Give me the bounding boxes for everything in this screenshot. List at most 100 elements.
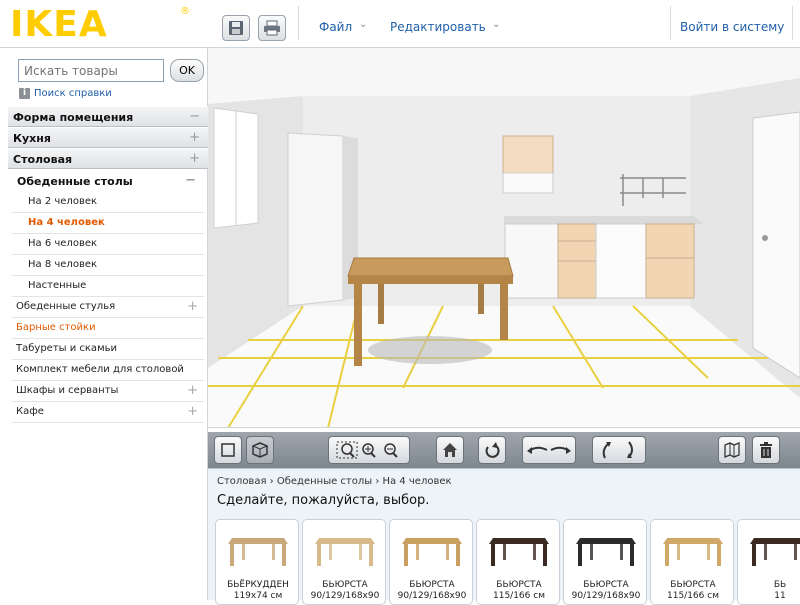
item-label: На 8 человек [28, 259, 98, 270]
tilt-down-icon[interactable] [619, 440, 641, 460]
square-icon [221, 443, 235, 457]
delete-button[interactable] [752, 436, 780, 464]
fridge [287, 132, 344, 307]
undo-button[interactable] [478, 436, 506, 464]
category-kitchen[interactable]: Кухня + [8, 127, 208, 148]
sidebar-item-8-persons[interactable]: На 8 человек [12, 255, 204, 276]
dishwasher [504, 223, 559, 299]
subcategory-dining-tables[interactable]: Обеденные столы − [8, 171, 208, 192]
table-thumbnail [576, 538, 636, 566]
product-card[interactable]: БЬ 11 [737, 519, 800, 605]
search-ok-button[interactable]: OK [170, 59, 204, 82]
item-label: Табуреты и скамьи [16, 343, 118, 354]
chevron-right-icon: › [375, 476, 383, 487]
logo-text: IKEA [10, 4, 108, 45]
category-dining[interactable]: Столовая + [8, 148, 208, 169]
product-name: БЬЮРСТА [583, 580, 629, 590]
expand-icon: + [187, 383, 198, 398]
ikea-logo: IKEA ® [10, 4, 190, 45]
rotate-right-icon[interactable] [549, 441, 573, 459]
product-card[interactable]: БЬЮРСТА 90/129/168x90 [563, 519, 647, 605]
base-cabinet-2 [645, 223, 695, 299]
cube-icon [252, 442, 268, 458]
expand-icon: + [189, 130, 200, 145]
product-card[interactable]: БЬЮРСТА 115/166 см [476, 519, 560, 605]
product-catalog: Столовая › Обеденные столы › На 4 челове… [208, 468, 800, 605]
table-leg [478, 284, 484, 314]
item-label: Шкафы и серванты [16, 385, 119, 396]
sidebar-item-6-persons[interactable]: На 6 человек [12, 234, 204, 255]
zoom-fit-icon[interactable] [336, 441, 358, 459]
sidebar: OK i Поиск справки Форма помещения − Кух… [8, 48, 208, 600]
table-leg [378, 284, 384, 324]
menu-edit[interactable]: Редактировать [390, 20, 486, 34]
category-room-shape[interactable]: Форма помещения − [8, 106, 208, 127]
table-thumbnail [228, 538, 288, 566]
sidebar-item-wall-mounted[interactable]: Настенные [12, 276, 204, 297]
breadcrumb-item[interactable]: На 4 человек [383, 476, 452, 487]
product-card[interactable]: БЬЮРСТА 90/129/168x90 [389, 519, 473, 605]
door-handle [762, 235, 768, 241]
zoom-group [328, 436, 410, 464]
product-card[interactable]: БЬЁРКУДДЕН 119x74 см [215, 519, 299, 605]
sidebar-item-bar-tables[interactable]: Барные стойки [12, 318, 204, 339]
sidebar-item-cafe[interactable]: Кафе + [12, 402, 204, 423]
home-view-button[interactable] [436, 436, 464, 464]
print-button[interactable] [258, 15, 286, 41]
sidebar-item-dining-chairs[interactable]: Обеденные стулья + [12, 297, 204, 318]
product-name: БЬЮРСТА [409, 580, 455, 590]
breadcrumb-item[interactable]: Обеденные столы [277, 476, 372, 487]
dining-table-apron [348, 276, 513, 284]
tilt-up-icon[interactable] [597, 440, 619, 460]
subcategory-label: Обеденные столы [17, 175, 133, 188]
logo-registered-mark: ® [180, 6, 190, 17]
item-label: Обеденные стулья [16, 301, 116, 312]
save-icon [229, 21, 243, 35]
header-divider [792, 6, 793, 40]
trash-icon [760, 442, 772, 458]
wall-cabinet-shelf [502, 172, 554, 194]
undo-icon [485, 442, 500, 458]
rotate-vertical-group [592, 436, 646, 464]
product-name: БЬЁРКУДДЕН [227, 580, 289, 590]
product-name: БЬЮРСТА [670, 580, 716, 590]
map-view-button[interactable] [718, 436, 746, 464]
2d-view-button[interactable] [214, 436, 242, 464]
zoom-out-icon[interactable] [380, 441, 402, 459]
sidebar-item-2-persons[interactable]: На 2 человек [12, 192, 204, 213]
room-3d-view[interactable] [208, 48, 800, 428]
product-name: БЬ [773, 580, 787, 590]
view-toolbar [208, 432, 800, 468]
top-bar: IKEA ® Файл ⌄ Редактировать ⌄ Войти в си… [0, 0, 800, 48]
menu-file[interactable]: Файл [319, 20, 352, 34]
table-thumbnail [663, 538, 723, 566]
rotate-left-icon[interactable] [525, 441, 549, 459]
sidebar-item-stools-benches[interactable]: Табуреты и скамьи [12, 339, 204, 360]
breadcrumb: Столовая › Обеденные столы › На 4 челове… [217, 476, 452, 487]
save-button[interactable] [222, 15, 250, 41]
table-thumbnail [489, 538, 549, 566]
search-input[interactable] [18, 59, 164, 82]
help-search-link[interactable]: i Поиск справки [19, 88, 112, 99]
sidebar-item-dining-sets[interactable]: Комплект мебели для столовой [12, 360, 204, 381]
product-card[interactable]: БЬЮРСТА 115/166 см [650, 519, 734, 605]
room-scene[interactable] [208, 48, 800, 428]
3d-view-button[interactable] [246, 436, 274, 464]
header-divider [670, 6, 671, 40]
login-link[interactable]: Войти в систему [680, 20, 784, 34]
zoom-in-icon[interactable] [358, 441, 380, 459]
oven [595, 223, 647, 299]
collapse-icon: − [189, 109, 200, 124]
print-icon [264, 20, 280, 36]
help-search-label: Поиск справки [34, 88, 112, 99]
item-label: На 2 человек [28, 196, 98, 207]
product-card[interactable]: БЬЮРСТА 90/129/168x90 [302, 519, 386, 605]
dining-table-top [347, 257, 514, 277]
table-thumbnail [402, 538, 462, 566]
counter-top [504, 216, 704, 224]
sidebar-item-cabinets[interactable]: Шкафы и серванты + [12, 381, 204, 402]
breadcrumb-item[interactable]: Столовая [217, 476, 266, 487]
map-icon [724, 442, 740, 458]
category-label: Столовая [13, 153, 73, 166]
sidebar-item-4-persons[interactable]: На 4 человек [12, 213, 204, 234]
